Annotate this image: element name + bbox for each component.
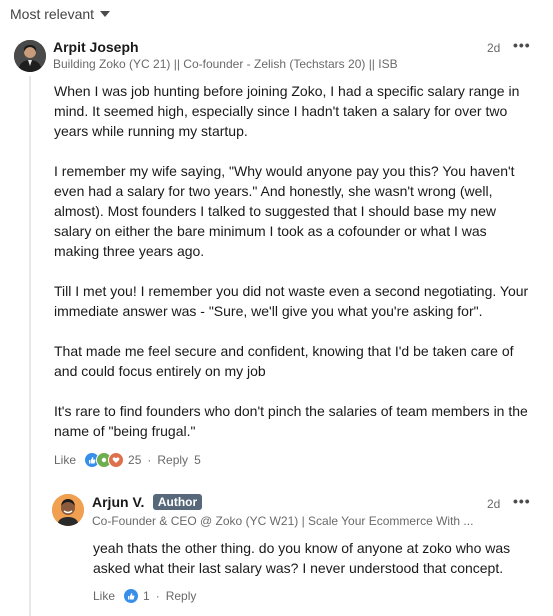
sort-label: Most relevant <box>10 6 95 22</box>
reply-avatar[interactable] <box>52 494 84 526</box>
separator: · <box>147 453 152 467</box>
comment-paragraph: When I was job hunting before joining Zo… <box>54 83 520 139</box>
reply-timestamp: 2d <box>487 497 501 511</box>
reply-button[interactable]: Reply <box>157 453 188 467</box>
reply-author-name[interactable]: Arjun V. <box>92 494 144 510</box>
caret-down-icon <box>100 11 111 17</box>
reply-like-button[interactable]: Like <box>93 589 115 603</box>
reply-reactions[interactable] <box>123 588 140 604</box>
reply-body: yeah thats the other thing. do you know … <box>93 540 511 576</box>
comment-header: Arpit Joseph Building Zoko (YC 21) || Co… <box>53 39 533 71</box>
reaction-count[interactable]: 25 <box>128 453 141 467</box>
reply-header: Arjun V. Author Co-Founder & CEO @ Zoko … <box>92 494 512 528</box>
reply-more-options-icon[interactable]: ••• <box>513 493 531 509</box>
author-headline: Building Zoko (YC 21) || Co-founder - Ze… <box>53 57 398 71</box>
love-reaction-icon <box>108 452 125 468</box>
comment-actions: Like 25 · Reply 5 <box>54 452 201 468</box>
more-options-icon[interactable]: ••• <box>513 37 531 53</box>
comment-paragraph: It's rare to find founders who don't pin… <box>54 403 528 439</box>
comment-paragraph: Till I met you! I remember you did not w… <box>54 283 529 319</box>
like-button[interactable]: Like <box>54 453 76 467</box>
reply-reply-button[interactable]: Reply <box>166 589 197 603</box>
like-reaction-icon <box>123 588 140 604</box>
author-name[interactable]: Arpit Joseph <box>53 39 533 55</box>
separator: · <box>155 589 160 603</box>
profile-photo-icon <box>14 40 46 72</box>
thread-line <box>29 76 31 616</box>
comment-paragraph: I remember my wife saying, "Why would an… <box>54 163 515 259</box>
author-badge: Author <box>152 494 203 510</box>
timestamp: 2d <box>487 41 501 55</box>
profile-photo-icon <box>52 494 84 526</box>
comment-body: When I was job hunting before joining Zo… <box>54 81 534 461</box>
reply-actions: Like 1 · Reply <box>93 588 196 604</box>
avatar[interactable] <box>14 40 46 72</box>
reply-author-headline: Co-Founder & CEO @ Zoko (YC W21) | Scale… <box>92 514 474 528</box>
reactions[interactable] <box>84 452 125 468</box>
comment-paragraph: That made me feel secure and confident, … <box>54 343 514 379</box>
reply-count[interactable]: 5 <box>194 453 201 467</box>
sort-dropdown[interactable]: Most relevant <box>10 6 111 22</box>
reply-reaction-count[interactable]: 1 <box>143 589 150 603</box>
